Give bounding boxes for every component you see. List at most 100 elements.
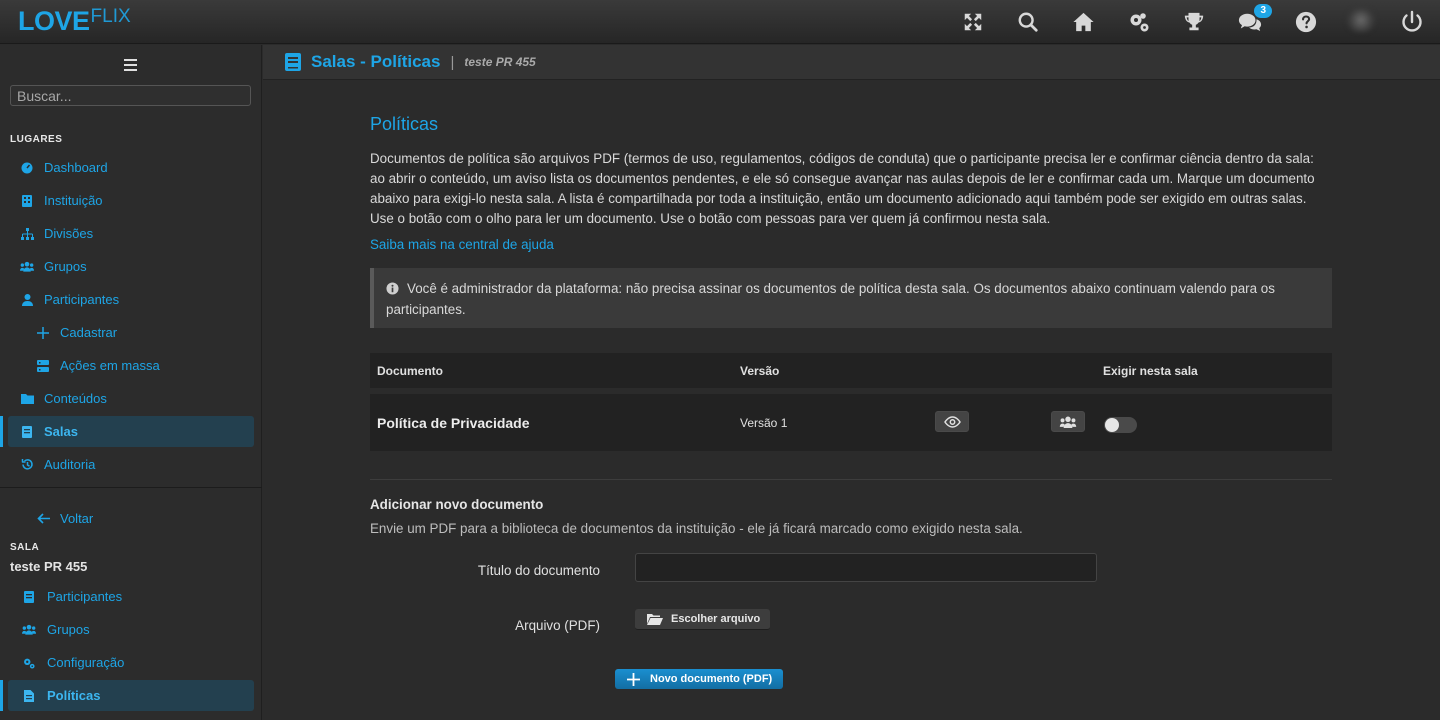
folder-icon	[20, 392, 34, 406]
section-divider	[370, 479, 1332, 480]
logo-love-text: LOVE	[18, 6, 90, 36]
document-version: Versão 1	[740, 416, 788, 430]
power-icon[interactable]	[1400, 10, 1424, 34]
new-document-label: Novo documento (PDF)	[650, 673, 773, 685]
eye-icon	[943, 415, 961, 428]
sidebar-item-label: Instituição	[44, 193, 103, 208]
admin-alert: Você é administrador da plataforma: não …	[370, 268, 1332, 328]
room-heading: SALA	[10, 542, 40, 553]
plus-icon	[36, 326, 50, 340]
sidebar-item-conteudos[interactable]: Conteúdos	[8, 383, 254, 414]
table-row: Política de Privacidade Versão 1	[370, 394, 1332, 451]
active-indicator	[0, 416, 3, 447]
room-item-label: Participantes	[47, 589, 123, 604]
help-center-link[interactable]: Saiba mais na central de ajuda	[370, 237, 554, 252]
logo-flix-text: FLIX	[90, 6, 131, 27]
title-label: Título do documento	[477, 563, 600, 578]
hamburger-menu-icon[interactable]	[124, 59, 137, 71]
new-document-button[interactable]: Novo documento (PDF)	[615, 669, 783, 689]
room-item-configuracao[interactable]: Configuração	[8, 647, 254, 678]
users-icon	[20, 260, 34, 274]
sidebar-item-divisoes[interactable]: Divisões	[8, 218, 254, 249]
room-item-politicas[interactable]: Políticas	[8, 680, 254, 711]
choose-file-button[interactable]: Escolher arquivo	[635, 609, 770, 630]
sitemap-icon	[20, 227, 34, 241]
sidebar-item-cadastrar[interactable]: Cadastrar	[8, 317, 254, 348]
users-icon	[22, 623, 36, 637]
room-item-label: Grupos	[47, 622, 90, 637]
sidebar-item-grupos[interactable]: Grupos	[8, 251, 254, 282]
folder-open-icon	[647, 613, 663, 625]
sidebar-item-label: Divisões	[44, 226, 94, 241]
sidebar-item-participantes[interactable]: Participantes	[8, 284, 254, 315]
help-icon[interactable]	[1294, 10, 1318, 34]
notification-badge: 3	[1254, 4, 1272, 18]
toggle-knob	[1105, 418, 1119, 432]
sidebar-item-label: Grupos	[44, 259, 87, 274]
gears-icon	[22, 656, 36, 670]
sidebar-divider	[0, 487, 262, 488]
places-heading: LUGARES	[10, 134, 63, 145]
user-icon	[20, 293, 34, 307]
table-header: Documento Versão Exigir nesta sala	[370, 353, 1332, 388]
sidebar: LUGARES Dashboard Instituição Divisões G…	[0, 45, 262, 720]
active-indicator	[0, 680, 3, 711]
sidebar-item-label: Participantes	[44, 292, 120, 307]
sidebar-item-label: Conteúdos	[44, 391, 107, 406]
intro-text: Documentos de política são arquivos PDF …	[370, 151, 1315, 226]
sidebar-item-auditoria[interactable]: Auditoria	[8, 449, 254, 480]
search-icon[interactable]	[1016, 10, 1040, 34]
sidebar-search-input[interactable]	[10, 85, 251, 106]
room-item-grupos[interactable]: Grupos	[8, 614, 254, 645]
plus-icon	[627, 672, 640, 686]
back-link[interactable]: Voltar	[8, 503, 254, 534]
fullscreen-icon[interactable]	[961, 10, 985, 34]
document-title-input[interactable]	[635, 553, 1097, 582]
sidebar-item-label: Salas	[44, 424, 78, 439]
title-separator: |	[450, 53, 455, 71]
page-title: Salas - Políticas	[311, 52, 441, 71]
building-icon	[20, 194, 34, 208]
col-versao: Versão	[740, 364, 780, 378]
book-icon	[20, 425, 34, 439]
sidebar-item-acoes-em-massa[interactable]: Ações em massa	[8, 350, 254, 381]
choose-file-label: Escolher arquivo	[671, 613, 761, 625]
room-item-participantes[interactable]: Participantes	[8, 581, 254, 612]
sidebar-item-label: Ações em massa	[60, 358, 160, 373]
col-exigir: Exigir nesta sala	[1103, 364, 1198, 378]
page-subtitle: teste PR 455	[464, 55, 536, 69]
room-item-label: Configuração	[47, 655, 125, 670]
main-content: Políticas Documentos de política são arq…	[263, 81, 1440, 720]
book-icon	[22, 590, 36, 604]
sidebar-item-salas[interactable]: Salas	[8, 416, 254, 447]
avatar[interactable]	[1346, 8, 1376, 32]
view-confirmations-button[interactable]	[1051, 411, 1085, 432]
require-in-room-toggle[interactable]	[1104, 417, 1137, 433]
sidebar-item-dashboard[interactable]: Dashboard	[8, 152, 254, 183]
sidebar-item-instituicao[interactable]: Instituição	[8, 185, 254, 216]
server-icon	[36, 359, 50, 373]
col-documento: Documento	[377, 364, 443, 378]
settings-gears-icon[interactable]	[1127, 10, 1151, 34]
chat-icon[interactable]: 3	[1238, 4, 1272, 34]
loveflix-logo[interactable]: LOVE FLIX	[18, 6, 131, 36]
arrow-left-icon	[36, 512, 50, 526]
users-icon	[1059, 416, 1077, 428]
add-document-description: Envie um PDF para a biblioteca de docume…	[370, 521, 1023, 536]
home-icon[interactable]	[1071, 10, 1095, 34]
view-document-button[interactable]	[935, 411, 969, 432]
trophy-icon[interactable]	[1182, 10, 1206, 34]
top-navbar: LOVE FLIX 3	[0, 0, 1440, 44]
book-icon	[285, 53, 301, 71]
dashboard-icon	[20, 161, 34, 175]
file-label: Arquivo (PDF)	[515, 618, 600, 633]
history-icon	[20, 458, 34, 472]
sidebar-item-label: Dashboard	[44, 160, 108, 175]
room-item-label: Políticas	[47, 688, 101, 703]
back-label: Voltar	[60, 511, 94, 526]
file-icon	[22, 689, 36, 703]
sidebar-item-label: Auditoria	[44, 457, 96, 472]
sidebar-item-label: Cadastrar	[60, 325, 118, 340]
add-document-title: Adicionar novo documento	[370, 497, 544, 512]
room-name: teste PR 455	[10, 559, 88, 574]
